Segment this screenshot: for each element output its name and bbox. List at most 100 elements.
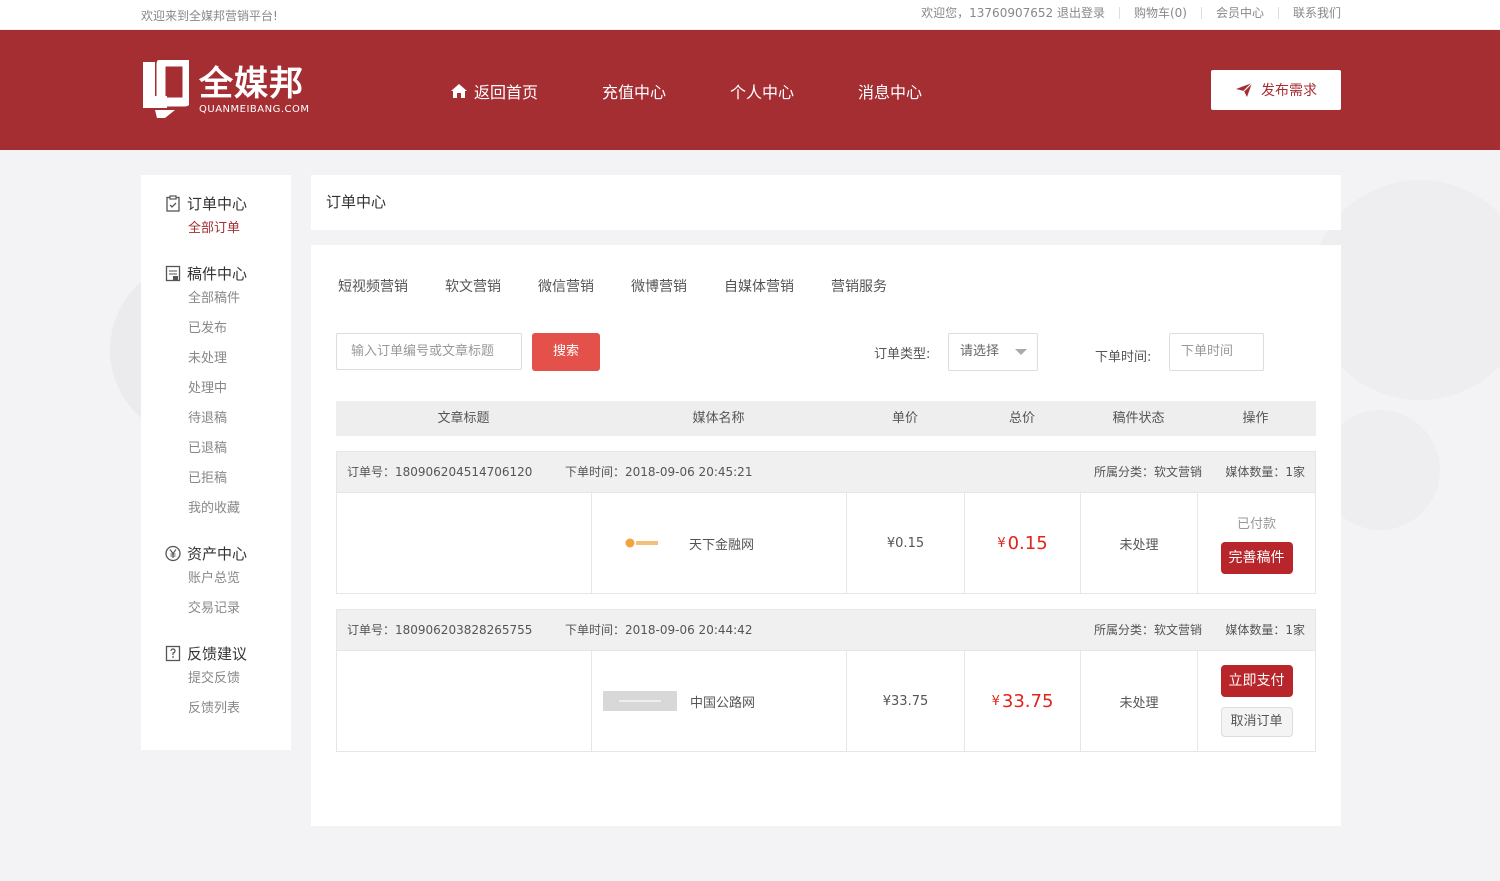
- sidebar-title-orders: 订单中心: [187, 194, 248, 213]
- media-cell: 天下金融网: [592, 493, 847, 593]
- logo-mark-icon: [141, 57, 192, 120]
- total-currency: ¥: [991, 693, 1000, 709]
- publish-label: 发布需求: [1261, 83, 1317, 99]
- tab-marketing-service[interactable]: 营销服务: [831, 276, 887, 296]
- total-price: ¥ 33.75: [965, 651, 1081, 751]
- site-logo[interactable]: 全媒邦 QUANMEIBANG.COM: [141, 57, 310, 120]
- sidebar-item-account-overview[interactable]: 账户总览: [165, 564, 247, 594]
- order-time: 下单时间：2018-09-06 20:45:21: [565, 465, 753, 479]
- status-badge: 未处理: [1081, 651, 1198, 751]
- total-value: 0.15: [1007, 532, 1048, 554]
- document-icon: [165, 265, 181, 281]
- media-logo-icon: [625, 538, 658, 548]
- sidebar-item-returned[interactable]: 已退稿: [165, 434, 247, 464]
- sidebar-item-transactions[interactable]: 交易记录: [165, 594, 247, 624]
- nav-recharge[interactable]: 充值中心: [602, 79, 666, 103]
- page-title: 订单中心: [311, 175, 1341, 230]
- col-total-price: 总价: [1008, 411, 1035, 426]
- search-button[interactable]: 搜索: [532, 333, 600, 371]
- total-currency: ¥: [997, 535, 1006, 551]
- contact-link[interactable]: 联系我们: [1277, 7, 1341, 19]
- nav-home-label: 返回首页: [474, 83, 539, 102]
- pay-now-button[interactable]: 立即支付: [1220, 665, 1293, 697]
- cart-link[interactable]: 购物车(0): [1118, 7, 1201, 19]
- sidebar-item-unprocessed[interactable]: 未处理: [165, 344, 247, 374]
- user-greeting-logout[interactable]: 欢迎您，13760907652 退出登录: [921, 7, 1119, 19]
- unit-price: ¥33.75: [847, 651, 965, 751]
- sidebar-item-favorites[interactable]: 我的收藏: [165, 494, 247, 524]
- media-logo-icon: [603, 691, 677, 711]
- sidebar-group-assets: 资产中心 账户总览 交易记录: [165, 542, 247, 624]
- cancel-order-button[interactable]: 取消订单: [1220, 707, 1293, 737]
- chevron-down-icon: [1015, 349, 1027, 355]
- media-name[interactable]: 中国公路网: [690, 692, 755, 711]
- sidebar-item-all-manuscripts[interactable]: 全部稿件: [165, 284, 247, 314]
- order-media-count: 媒体数量：1家: [1225, 465, 1305, 479]
- sidebar-item-all-orders[interactable]: 全部订单: [165, 214, 247, 244]
- media-cell: 中国公路网: [592, 651, 847, 751]
- media-name[interactable]: 天下金融网: [689, 534, 754, 553]
- feedback-icon: [165, 645, 181, 661]
- top-bar: 欢迎来到全媒邦营销平台! 欢迎您，13760907652 退出登录 购物车(0)…: [0, 0, 1500, 30]
- tab-self-media[interactable]: 自媒体营销: [724, 276, 794, 296]
- order-type-select[interactable]: 请选择: [948, 333, 1038, 371]
- sidebar: 订单中心 全部订单 稿件中心 全部稿件 已发布 未处理 处理中 待退稿 已退稿 …: [141, 175, 291, 750]
- nav-messages[interactable]: 消息中心: [858, 79, 922, 103]
- tab-soft-article[interactable]: 软文营销: [445, 276, 501, 296]
- nav-personal[interactable]: 个人中心: [730, 79, 794, 103]
- order-type-label: 订单类型:: [874, 347, 931, 362]
- welcome-text: 欢迎来到全媒邦营销平台!: [141, 9, 278, 23]
- sidebar-item-submit-feedback[interactable]: 提交反馈: [165, 664, 247, 694]
- sidebar-item-processing[interactable]: 处理中: [165, 374, 247, 404]
- sidebar-item-pending-return[interactable]: 待退稿: [165, 404, 247, 434]
- sidebar-title-assets: 资产中心: [187, 544, 248, 563]
- tab-wechat[interactable]: 微信营销: [538, 276, 594, 296]
- tab-weibo[interactable]: 微博营销: [631, 276, 687, 296]
- order-category: 所属分类：软文营销: [1093, 465, 1202, 479]
- order-media-count: 媒体数量：1家: [1225, 623, 1305, 637]
- sidebar-group-feedback: 反馈建议 提交反馈 反馈列表: [165, 642, 247, 724]
- order-number: 订单号：180906203828265755: [347, 623, 533, 637]
- nav-home[interactable]: 返回首页: [450, 79, 538, 103]
- sidebar-title-feedback: 反馈建议: [187, 644, 248, 663]
- complete-manuscript-button[interactable]: 完善稿件: [1220, 541, 1293, 574]
- order-number: 订单号：180906204514706120: [347, 465, 533, 479]
- yen-icon: [165, 545, 181, 561]
- logo-domain: QUANMEIBANG.COM: [199, 103, 310, 115]
- publish-request-button[interactable]: 发布需求: [1211, 70, 1341, 110]
- member-center-link[interactable]: 会员中心: [1200, 7, 1278, 19]
- order-type-value: 请选择: [960, 344, 1000, 359]
- col-article-title: 文章标题: [437, 411, 490, 426]
- sidebar-item-feedback-list[interactable]: 反馈列表: [165, 694, 247, 724]
- clipboard-icon: [166, 194, 180, 212]
- top-links: 欢迎您，13760907652 退出登录 购物车(0) 会员中心 联系我们: [921, 7, 1341, 19]
- home-icon: [451, 84, 467, 98]
- header: 全媒邦 QUANMEIBANG.COM 返回首页 充值中心 个人中心 消息中心 …: [0, 30, 1500, 150]
- sidebar-title-manuscripts: 稿件中心: [187, 264, 248, 283]
- order-category: 所属分类：软文营销: [1093, 623, 1202, 637]
- sidebar-item-rejected[interactable]: 已拒稿: [165, 464, 247, 494]
- unit-price: ¥0.15: [847, 493, 965, 593]
- order-row: 订单号：180906204514706120 下单时间：2018-09-06 2…: [336, 451, 1316, 594]
- order-row: 订单号：180906203828265755 下单时间：2018-09-06 2…: [336, 609, 1316, 752]
- sidebar-group-orders: 订单中心 全部订单: [165, 192, 247, 244]
- actions-cell: 已付款 完善稿件: [1198, 493, 1315, 593]
- table-header: 文章标题 媒体名称 单价 总价 稿件状态 操作: [336, 401, 1316, 436]
- search-input[interactable]: 输入订单编号或文章标题: [336, 333, 522, 370]
- order-time-input[interactable]: 下单时间: [1169, 333, 1264, 371]
- col-media-name: 媒体名称: [692, 411, 745, 426]
- article-title-cell: [337, 651, 592, 751]
- sidebar-item-published[interactable]: 已发布: [165, 314, 247, 344]
- total-price: ¥ 0.15: [965, 493, 1081, 593]
- col-status: 稿件状态: [1112, 411, 1165, 426]
- paid-status: 已付款: [1236, 516, 1276, 532]
- order-header: 订单号：180906204514706120 下单时间：2018-09-06 2…: [337, 452, 1315, 493]
- logo-text: 全媒邦: [199, 63, 304, 104]
- tab-short-video[interactable]: 短视频营销: [338, 276, 408, 296]
- main-nav: 返回首页 充值中心 个人中心 消息中心: [450, 79, 986, 103]
- order-time: 下单时间：2018-09-06 20:44:42: [565, 623, 753, 637]
- order-panel: 短视频营销 软文营销 微信营销 微博营销 自媒体营销 营销服务 输入订单编号或文…: [311, 245, 1341, 826]
- col-actions: 操作: [1242, 411, 1269, 426]
- category-tabs: 短视频营销 软文营销 微信营销 微博营销 自媒体营销 营销服务: [338, 276, 924, 296]
- actions-cell: 立即支付 取消订单: [1198, 651, 1315, 751]
